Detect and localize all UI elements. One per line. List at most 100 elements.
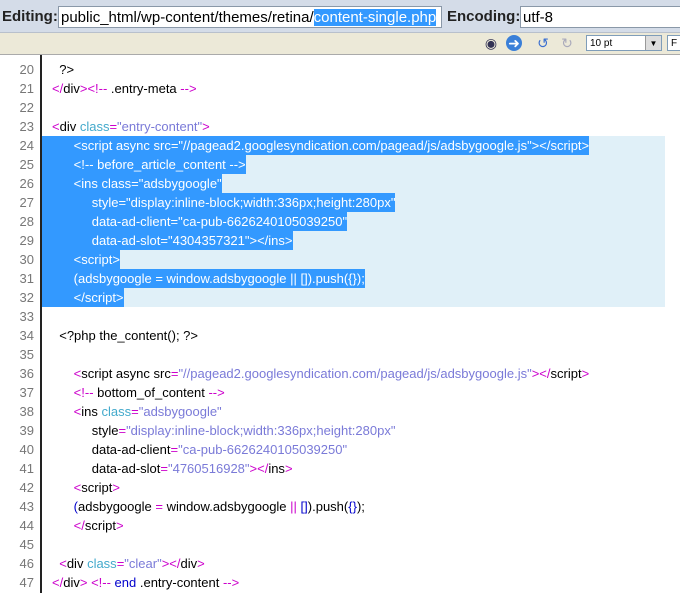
- code-line[interactable]: 37 <!-- bottom_of_content -->: [0, 383, 680, 402]
- code-line[interactable]: 20 ?>: [0, 60, 680, 79]
- code-line[interactable]: 32 </script>: [0, 288, 680, 307]
- line-number: 37: [19, 385, 34, 400]
- line-text: </script>: [42, 288, 124, 307]
- line-number: 25: [19, 157, 34, 172]
- code-line[interactable]: 44 </script>: [0, 516, 680, 535]
- code-token: >: [202, 119, 210, 134]
- code-line[interactable]: 29 data-ad-slot="4304357321"></ins>: [0, 231, 680, 250]
- code-line[interactable]: 41 data-ad-slot="4760516928"></ins>: [0, 459, 680, 478]
- code-line[interactable]: 25 <!-- before_article_content -->: [0, 155, 680, 174]
- code-token: {}: [348, 499, 357, 514]
- selection-highlight: <!-- before_article_content -->: [42, 155, 665, 174]
- code-line[interactable]: 38 <ins class="adsbygoogle": [0, 402, 680, 421]
- encoding-input[interactable]: utf-8: [520, 6, 680, 28]
- code-line[interactable]: 27 style="display:inline-block;width:336…: [0, 193, 680, 212]
- line-text: </script>: [42, 516, 124, 535]
- line-text: </div> <!-- end .entry-content -->: [42, 573, 239, 592]
- redo-icon[interactable]: ↻: [559, 35, 575, 51]
- code-token: ></: [531, 366, 551, 381]
- code-token: class: [79, 119, 110, 134]
- code-line[interactable]: 39 style="display:inline-block;width:336…: [0, 421, 680, 440]
- code-token: =: [170, 442, 179, 457]
- code-token: -->: [222, 575, 240, 590]
- line-number: 23: [19, 119, 34, 134]
- code-token: script async src: [81, 366, 171, 381]
- line-number: 29: [19, 233, 34, 248]
- code-token: div: [63, 575, 80, 590]
- undo-icon[interactable]: ↺: [535, 35, 551, 51]
- line-number: 22: [19, 100, 34, 115]
- code-line[interactable]: 34 <?php the_content(); ?>: [0, 326, 680, 345]
- code-token: ).push(: [307, 499, 349, 514]
- code-line[interactable]: 43 (adsbygoogle = window.adsbygoogle || …: [0, 497, 680, 516]
- code-token: []: [300, 499, 308, 514]
- code-line[interactable]: 22: [0, 98, 680, 117]
- code-line[interactable]: 40 data-ad-client="ca-pub-66262401050392…: [0, 440, 680, 459]
- code-line[interactable]: 33: [0, 307, 680, 326]
- code-token: "4760516928": [167, 461, 250, 476]
- code-token: </script>: [52, 290, 124, 305]
- line-number: 35: [19, 347, 34, 362]
- go-icon[interactable]: ➜: [506, 35, 522, 51]
- line-text: <script async src="//pagead2.googlesyndi…: [42, 136, 590, 155]
- encoding-label: Encoding:: [447, 8, 521, 25]
- chevron-down-icon[interactable]: ▼: [645, 36, 661, 50]
- code-token: script: [84, 518, 116, 533]
- code-token: ins: [268, 461, 285, 476]
- code-token: style: [52, 423, 119, 438]
- find-icon[interactable]: ◉: [483, 35, 499, 51]
- code-line[interactable]: 31 (adsbygoogle = window.adsbygoogle || …: [0, 269, 680, 288]
- code-line[interactable]: 21 </div><!-- .entry-meta -->: [0, 79, 680, 98]
- selection-highlight: <script async src="//pagead2.googlesyndi…: [42, 136, 665, 155]
- code-token: "//pagead2.googlesyndication.com/pagead/…: [178, 366, 532, 381]
- file-path-input[interactable]: public_html/wp-content/themes/retina/con…: [58, 6, 442, 28]
- code-line[interactable]: 47 </div> <!-- end .entry-content -->: [0, 573, 680, 592]
- line-number: 24: [19, 138, 34, 153]
- line-number: 39: [19, 423, 34, 438]
- font-size-select[interactable]: 10 pt ▼: [586, 35, 662, 51]
- code-line[interactable]: 45: [0, 535, 680, 554]
- code-token: ></: [161, 556, 181, 571]
- line-text: data-ad-slot="4760516928"></ins>: [42, 459, 293, 478]
- code-token: script: [81, 480, 113, 495]
- line-text: <!-- before_article_content -->: [42, 155, 246, 174]
- code-line[interactable]: 42 <script>: [0, 478, 680, 497]
- code-line[interactable]: 23 <div class="entry-content">: [0, 117, 680, 136]
- code-token: style="display:inline-block;width:336px;…: [52, 195, 396, 210]
- path-selected: content-single.php: [313, 9, 437, 26]
- editing-label: Editing:: [2, 8, 58, 25]
- code-token: <!--: [73, 385, 98, 400]
- code-token: data-ad-client="ca-pub-6626240105039250": [52, 214, 348, 229]
- code-line[interactable]: 46 <div class="clear"></div>: [0, 554, 680, 573]
- code-line[interactable]: 36 <script async src="//pagead2.googlesy…: [0, 364, 680, 383]
- code-token: window.adsbygoogle: [162, 499, 291, 514]
- code-line[interactable]: 30 <script>: [0, 250, 680, 269]
- line-text: data-ad-slot="4304357321"></ins>: [42, 231, 293, 250]
- code-line[interactable]: 26 <ins class="adsbygoogle": [0, 174, 680, 193]
- code-line[interactable]: 28 data-ad-client="ca-pub-66262401050392…: [0, 212, 680, 231]
- code-token: bottom_of_content: [97, 385, 209, 400]
- code-token: </: [52, 575, 64, 590]
- code-line[interactable]: 24 <script async src="//pagead2.googlesy…: [0, 136, 680, 155]
- code-token: >: [112, 480, 120, 495]
- code-token: <script>: [52, 252, 120, 267]
- code-editor[interactable]: 20 ?> 21 </div><!-- .entry-meta --> 22 23 < di…: [0, 60, 680, 592]
- code-token: <: [52, 119, 60, 134]
- code-token: >: [581, 366, 590, 381]
- line-number: 28: [19, 214, 34, 229]
- code-line[interactable]: 35: [0, 345, 680, 364]
- code-token: div: [180, 556, 198, 571]
- code-token: -->: [180, 81, 197, 96]
- code-token: </: [52, 81, 64, 96]
- font-select[interactable]: F: [667, 35, 680, 51]
- code-token: script: [550, 366, 582, 381]
- line-number: 36: [19, 366, 34, 381]
- line-number: 20: [19, 62, 34, 77]
- line-number: 34: [19, 328, 34, 343]
- toolbar: ◉ ➜ ↺ ↻ 10 pt ▼ F: [0, 33, 680, 55]
- line-text: <script>: [42, 250, 120, 269]
